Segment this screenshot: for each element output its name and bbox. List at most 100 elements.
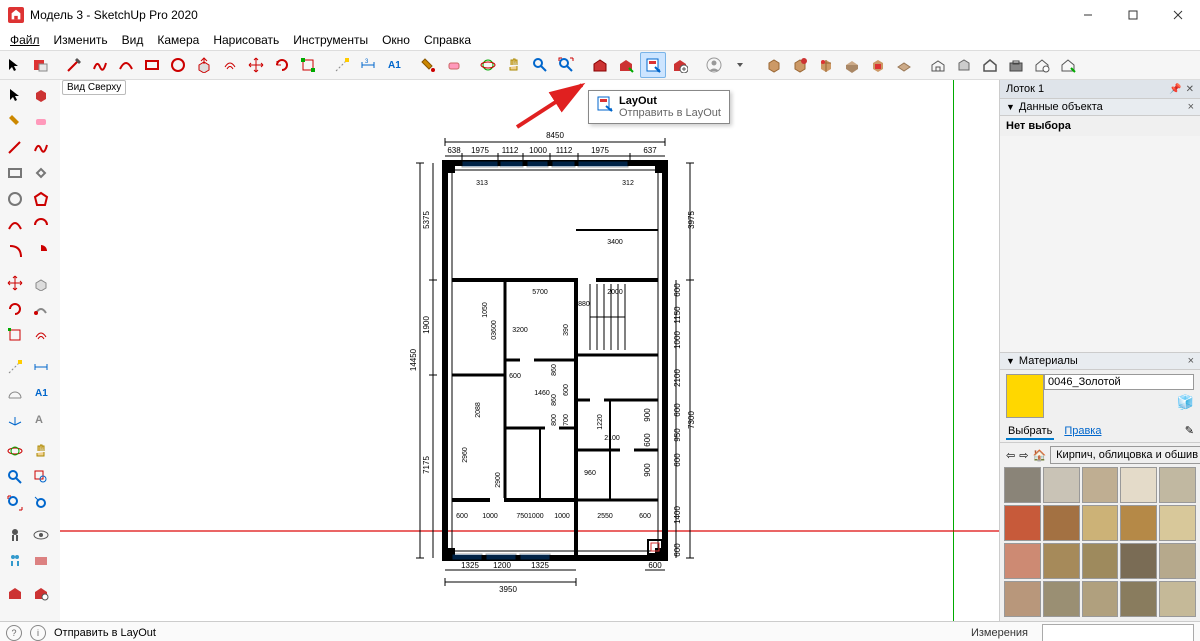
solid4-icon[interactable] bbox=[840, 53, 864, 77]
menu-window[interactable]: Окно bbox=[376, 31, 416, 49]
dropdown-icon[interactable] bbox=[728, 53, 752, 77]
menu-file[interactable]: Файл bbox=[4, 31, 46, 49]
text-icon[interactable]: A1 bbox=[382, 53, 406, 77]
eyedropper-icon[interactable]: ✎ bbox=[1185, 424, 1194, 440]
nav-fwd-icon[interactable]: ⇨ bbox=[1019, 449, 1028, 462]
texture-thumb[interactable] bbox=[1004, 467, 1041, 503]
texture-thumb[interactable] bbox=[1120, 543, 1157, 579]
entity-info-header[interactable]: ▼Данные объекта × bbox=[1000, 98, 1200, 116]
solid3-icon[interactable] bbox=[814, 53, 838, 77]
materials-tab-select[interactable]: Выбрать bbox=[1006, 424, 1054, 440]
lt-arc2-icon[interactable] bbox=[28, 212, 53, 237]
zoom-icon[interactable] bbox=[528, 53, 552, 77]
menu-camera[interactable]: Камера bbox=[151, 31, 205, 49]
lt-poly-icon[interactable] bbox=[28, 186, 53, 211]
new-material-icon[interactable]: 🧊 bbox=[1177, 394, 1194, 410]
lt-pan-icon[interactable] bbox=[28, 438, 53, 463]
texture-thumb[interactable] bbox=[1159, 543, 1196, 579]
texture-thumb[interactable] bbox=[1043, 467, 1080, 503]
lt-paint-icon[interactable] bbox=[2, 108, 27, 133]
lt-eraser-icon[interactable] bbox=[28, 108, 53, 133]
offset-icon[interactable] bbox=[218, 53, 242, 77]
lt-dim-icon[interactable] bbox=[28, 354, 53, 379]
plugin-icon[interactable] bbox=[28, 53, 52, 77]
zoom-extents-icon[interactable] bbox=[554, 53, 578, 77]
material-category-combo[interactable]: Кирпич, облицовка и обшив bbox=[1050, 446, 1200, 464]
lt-freehand-icon[interactable] bbox=[28, 134, 53, 159]
3dwarehouse2-icon[interactable] bbox=[614, 53, 638, 77]
select-tool-icon[interactable] bbox=[2, 53, 26, 77]
material-swatch[interactable] bbox=[1006, 374, 1044, 418]
nav-back-icon[interactable]: ⇦ bbox=[1006, 449, 1015, 462]
rect-icon[interactable] bbox=[140, 53, 164, 77]
tape-icon[interactable] bbox=[330, 53, 354, 77]
freehand-icon[interactable] bbox=[88, 53, 112, 77]
texture-thumb[interactable] bbox=[1082, 505, 1119, 541]
texture-thumb[interactable] bbox=[1159, 505, 1196, 541]
texture-thumb[interactable] bbox=[1004, 581, 1041, 617]
close-button[interactable] bbox=[1155, 0, 1200, 30]
lt-prev-icon[interactable] bbox=[28, 490, 53, 515]
solid2-icon[interactable] bbox=[788, 53, 812, 77]
solid1-icon[interactable] bbox=[762, 53, 786, 77]
texture-thumb[interactable] bbox=[1082, 543, 1119, 579]
lt-pushpull-icon[interactable] bbox=[28, 270, 53, 295]
lt-arc1-icon[interactable] bbox=[2, 212, 27, 237]
arc-icon[interactable] bbox=[114, 53, 138, 77]
tray-close-icon[interactable]: ✕ bbox=[1186, 84, 1194, 95]
lt-orbit-icon[interactable] bbox=[2, 438, 27, 463]
home-icon[interactable]: 🏠 bbox=[1032, 449, 1046, 462]
lt-followme-icon[interactable] bbox=[28, 296, 53, 321]
lt-zoom-icon[interactable] bbox=[2, 464, 27, 489]
dim-icon[interactable]: 3 bbox=[356, 53, 380, 77]
panel-close-icon[interactable]: × bbox=[1188, 101, 1194, 113]
lt-zoomwin-icon[interactable] bbox=[28, 464, 53, 489]
lt-3dtext-icon[interactable]: A bbox=[28, 406, 53, 431]
pushpull-icon[interactable] bbox=[192, 53, 216, 77]
lt-move-icon[interactable] bbox=[2, 270, 27, 295]
lt-section-icon[interactable] bbox=[28, 548, 53, 573]
lt-text-icon[interactable]: A1 bbox=[28, 380, 53, 405]
lt-offset-icon[interactable] bbox=[28, 322, 53, 347]
texture-thumb[interactable] bbox=[1043, 543, 1080, 579]
move-icon[interactable] bbox=[244, 53, 268, 77]
house1-icon[interactable] bbox=[978, 53, 1002, 77]
lt-rect-icon[interactable] bbox=[2, 160, 27, 185]
pan-icon[interactable] bbox=[502, 53, 526, 77]
solid6-icon[interactable] bbox=[892, 53, 916, 77]
help-icon[interactable]: ? bbox=[6, 625, 22, 641]
view-tab[interactable]: Вид Сверху bbox=[62, 80, 126, 95]
3dwarehouse1-icon[interactable] bbox=[588, 53, 612, 77]
line-tool-icon[interactable] bbox=[62, 53, 86, 77]
material-name-input[interactable] bbox=[1044, 374, 1194, 390]
eraser-icon[interactable] bbox=[442, 53, 466, 77]
menu-view[interactable]: Вид bbox=[116, 31, 150, 49]
lt-axes-icon[interactable] bbox=[2, 406, 27, 431]
menu-edit[interactable]: Изменить bbox=[48, 31, 114, 49]
texture-thumb[interactable] bbox=[1082, 467, 1119, 503]
measurements-input[interactable] bbox=[1042, 624, 1194, 641]
lt-make-icon[interactable] bbox=[28, 82, 53, 107]
paint-icon[interactable] bbox=[416, 53, 440, 77]
lt-tape-icon[interactable] bbox=[2, 354, 27, 379]
texture-thumb[interactable] bbox=[1159, 581, 1196, 617]
pin-icon[interactable]: 📌 bbox=[1169, 84, 1181, 95]
canvas[interactable]: Вид Сверху LayOut Отправить в LayOut 845… bbox=[60, 80, 999, 621]
lt-rotrect-icon[interactable] bbox=[28, 160, 53, 185]
menu-draw[interactable]: Нарисовать bbox=[207, 31, 285, 49]
menu-help[interactable]: Справка bbox=[418, 31, 477, 49]
lt-wh1-icon[interactable] bbox=[2, 580, 27, 605]
menu-tools[interactable]: Инструменты bbox=[287, 31, 374, 49]
layout-icon[interactable] bbox=[640, 52, 666, 78]
lt-zoomext-icon[interactable] bbox=[2, 490, 27, 515]
panel-close-icon-2[interactable]: × bbox=[1188, 355, 1194, 367]
texture-thumb[interactable] bbox=[1043, 505, 1080, 541]
lt-arc3-icon[interactable] bbox=[2, 238, 27, 263]
user-icon[interactable] bbox=[702, 53, 726, 77]
tray-title[interactable]: Лоток 1 📌✕ bbox=[1000, 80, 1200, 98]
lt-circle-icon[interactable] bbox=[2, 186, 27, 211]
texture-thumb[interactable] bbox=[1120, 581, 1157, 617]
rotate-icon[interactable] bbox=[270, 53, 294, 77]
minimize-button[interactable] bbox=[1065, 0, 1110, 30]
circle-icon[interactable] bbox=[166, 53, 190, 77]
